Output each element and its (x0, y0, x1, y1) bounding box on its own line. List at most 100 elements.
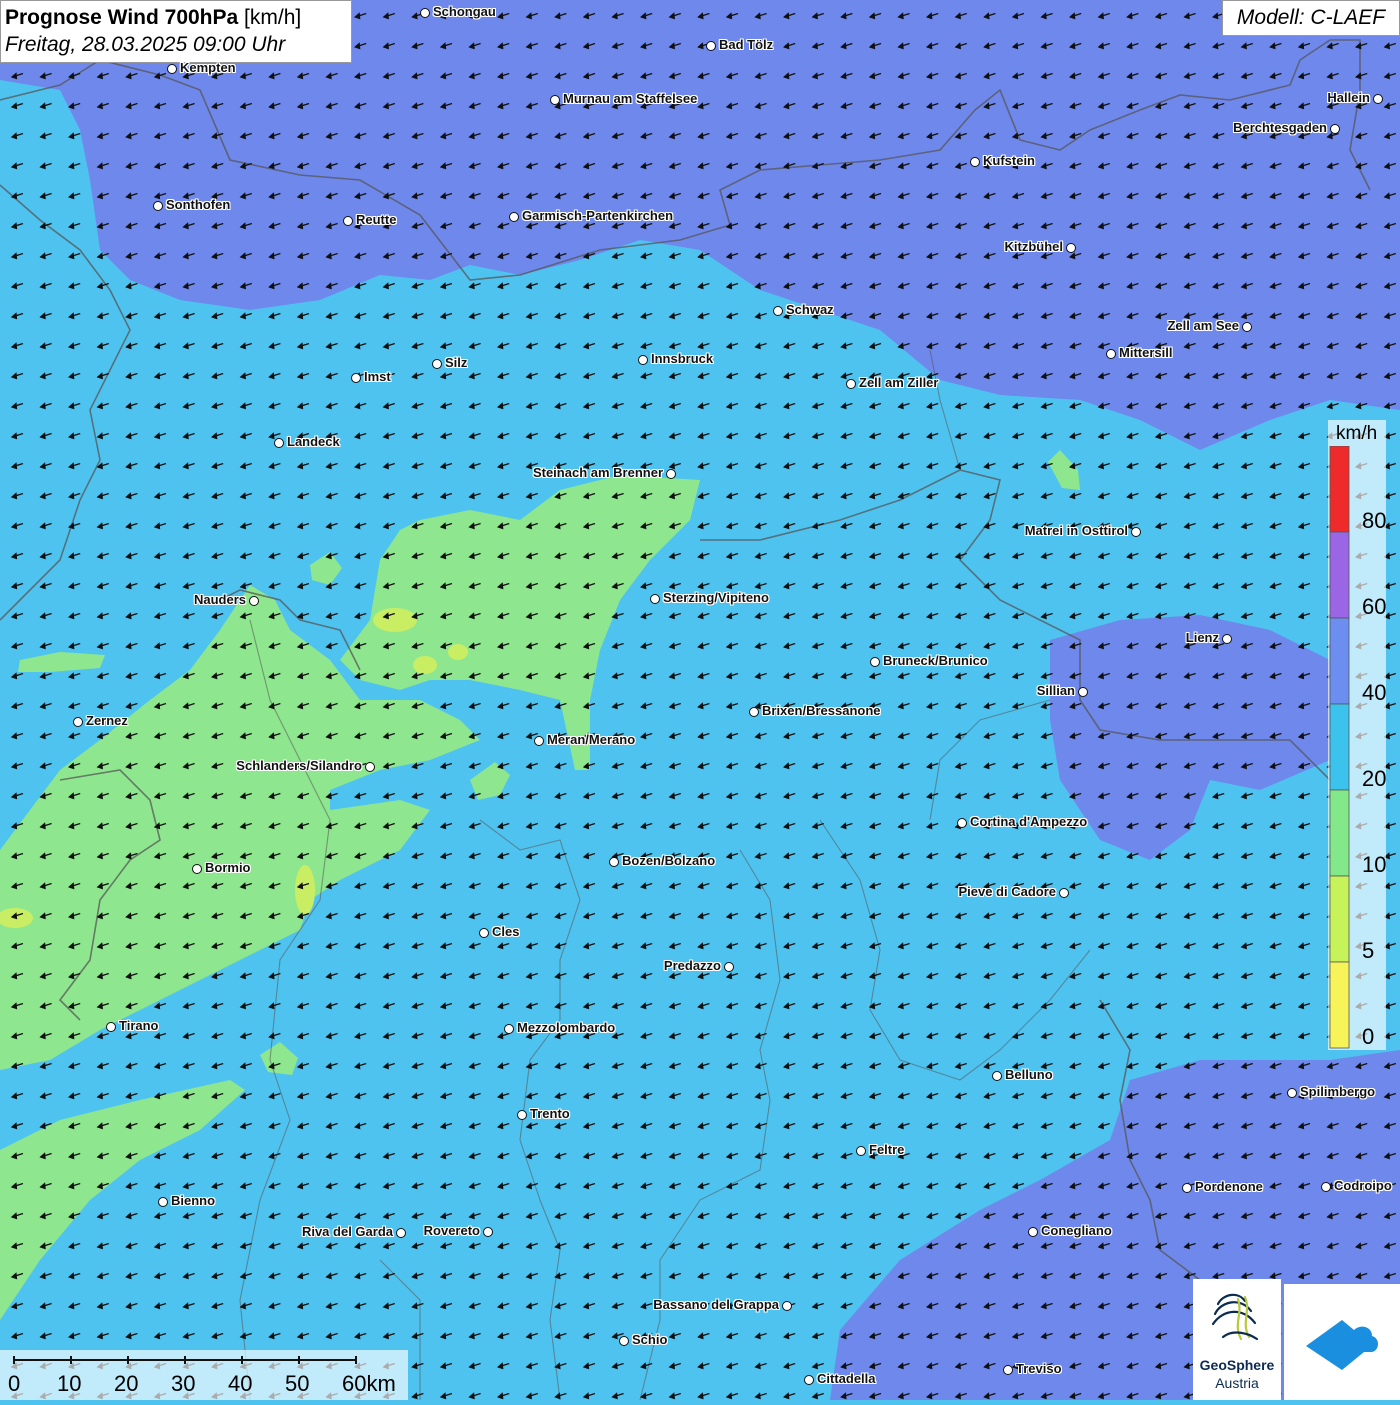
city-marker (396, 1228, 406, 1238)
city-label: Kufstein (983, 153, 1035, 168)
city-label: Meran/Merano (547, 732, 636, 747)
city-label: Mittersill (1119, 345, 1173, 360)
city-marker (1106, 349, 1116, 359)
city-label: Imst (364, 369, 391, 384)
city-label: Tirano (119, 1018, 159, 1033)
city-marker (479, 928, 489, 938)
city-marker (609, 857, 619, 867)
legend-swatch (1329, 789, 1350, 877)
legend-swatch (1329, 961, 1350, 1049)
legend-swatch (1329, 531, 1350, 619)
legend-label: 5 (1362, 938, 1375, 963)
city-marker (804, 1375, 814, 1385)
legend-swatch (1329, 446, 1350, 533)
city-marker (773, 306, 783, 316)
city-label: Cortina d'Ampezzo (970, 814, 1088, 829)
city-marker (724, 962, 734, 972)
city-marker (1131, 527, 1141, 537)
city-label: Pordenone (1195, 1179, 1263, 1194)
geosphere-logo: GeoSphere Austria (1193, 1279, 1281, 1400)
city-label: Innsbruck (651, 351, 714, 366)
city-label: Mezzolombardo (517, 1020, 616, 1035)
city-label: Riva del Garda (301, 1224, 393, 1239)
city-label: Kempten (180, 60, 236, 75)
city-marker (1330, 124, 1340, 134)
city-marker (167, 64, 177, 74)
city-marker (420, 8, 430, 18)
city-marker (957, 818, 967, 828)
city-label: Rovereto (423, 1223, 480, 1238)
city-label: Schwaz (786, 302, 834, 317)
city-label: Sonthofen (166, 197, 231, 212)
city-label: Silz (445, 355, 468, 370)
city-label: Landeck (287, 434, 340, 449)
legend-label: 40 (1362, 680, 1387, 705)
scale-label: 20 (114, 1371, 139, 1396)
city-marker (158, 1197, 168, 1207)
city-marker (970, 157, 980, 167)
city-label: Spilimbergo (1300, 1084, 1376, 1099)
city-marker (856, 1146, 866, 1156)
city-marker (1242, 322, 1252, 332)
city-label: Trento (530, 1106, 570, 1121)
city-marker (1287, 1088, 1297, 1098)
city-marker (749, 707, 759, 717)
city-label: Bad Tölz (719, 37, 774, 52)
city-marker (153, 201, 163, 211)
city-marker (483, 1227, 493, 1237)
scale-label: 50 (285, 1371, 310, 1396)
city-label: Steinach am Brenner (532, 465, 663, 480)
city-label: Feltre (869, 1142, 905, 1157)
city-marker (509, 212, 519, 222)
city-marker (992, 1071, 1002, 1081)
city-marker (619, 1336, 629, 1346)
legend-unit: km/h (1336, 423, 1378, 444)
city-label: Bienno (171, 1193, 216, 1208)
city-marker (1182, 1183, 1192, 1193)
city-marker (534, 736, 544, 746)
legend-label: 10 (1362, 852, 1387, 877)
city-label: Brixen/Bressanone (762, 703, 881, 718)
logo-line1: GeoSphere (1199, 1357, 1275, 1373)
city-marker (432, 359, 442, 369)
city-marker (1059, 888, 1069, 898)
city-label: Schongau (433, 4, 496, 19)
band-5-10-speck2 (413, 656, 437, 674)
city-marker (1222, 634, 1232, 644)
city-marker (73, 717, 83, 727)
city-marker (106, 1022, 116, 1032)
legend-swatch (1329, 875, 1350, 963)
legend-label: 20 (1362, 766, 1387, 791)
city-marker (870, 657, 880, 667)
city-label: Schlanders/Silandro (236, 758, 362, 773)
city-marker (343, 216, 353, 226)
city-marker (517, 1110, 527, 1120)
title-box: Prognose Wind 700hPa [km/h] Freitag, 28.… (0, 0, 352, 63)
city-label: Zell am Ziller (859, 375, 939, 390)
city-label: Predazzo (663, 958, 721, 973)
band-5-10-speck1 (373, 608, 417, 632)
scale-label: 10 (57, 1371, 82, 1396)
city-marker (192, 864, 202, 874)
city-label: Bruneck/Brunico (883, 653, 988, 668)
forecast-date: Freitag, 28.03.2025 09:00 Uhr (5, 33, 286, 56)
city-marker (706, 41, 716, 51)
city-label: Pieve di Cadore (958, 884, 1056, 899)
city-marker (550, 95, 560, 105)
map-title: Prognose Wind 700hPa (5, 6, 239, 29)
city-label: Kitzbühel (1004, 239, 1064, 254)
legend-colorbar (1329, 446, 1350, 1049)
scale-label: 0 (8, 1371, 21, 1396)
scale-bar: 0 10 20 30 40 50 60km (0, 1350, 408, 1400)
city-marker (846, 379, 856, 389)
city-label: Zell am See (1167, 318, 1239, 333)
geosphere-emblem-icon (1211, 1293, 1259, 1341)
legend-swatch (1329, 703, 1350, 791)
color-legend: km/h 80 60 40 20 10 5 0 (1328, 420, 1386, 1050)
city-label: Reutte (356, 212, 397, 227)
city-marker (638, 355, 648, 365)
city-marker (1066, 243, 1076, 253)
city-marker (1028, 1227, 1038, 1237)
app-logo (1284, 1284, 1400, 1400)
city-label: Bormio (205, 860, 251, 875)
